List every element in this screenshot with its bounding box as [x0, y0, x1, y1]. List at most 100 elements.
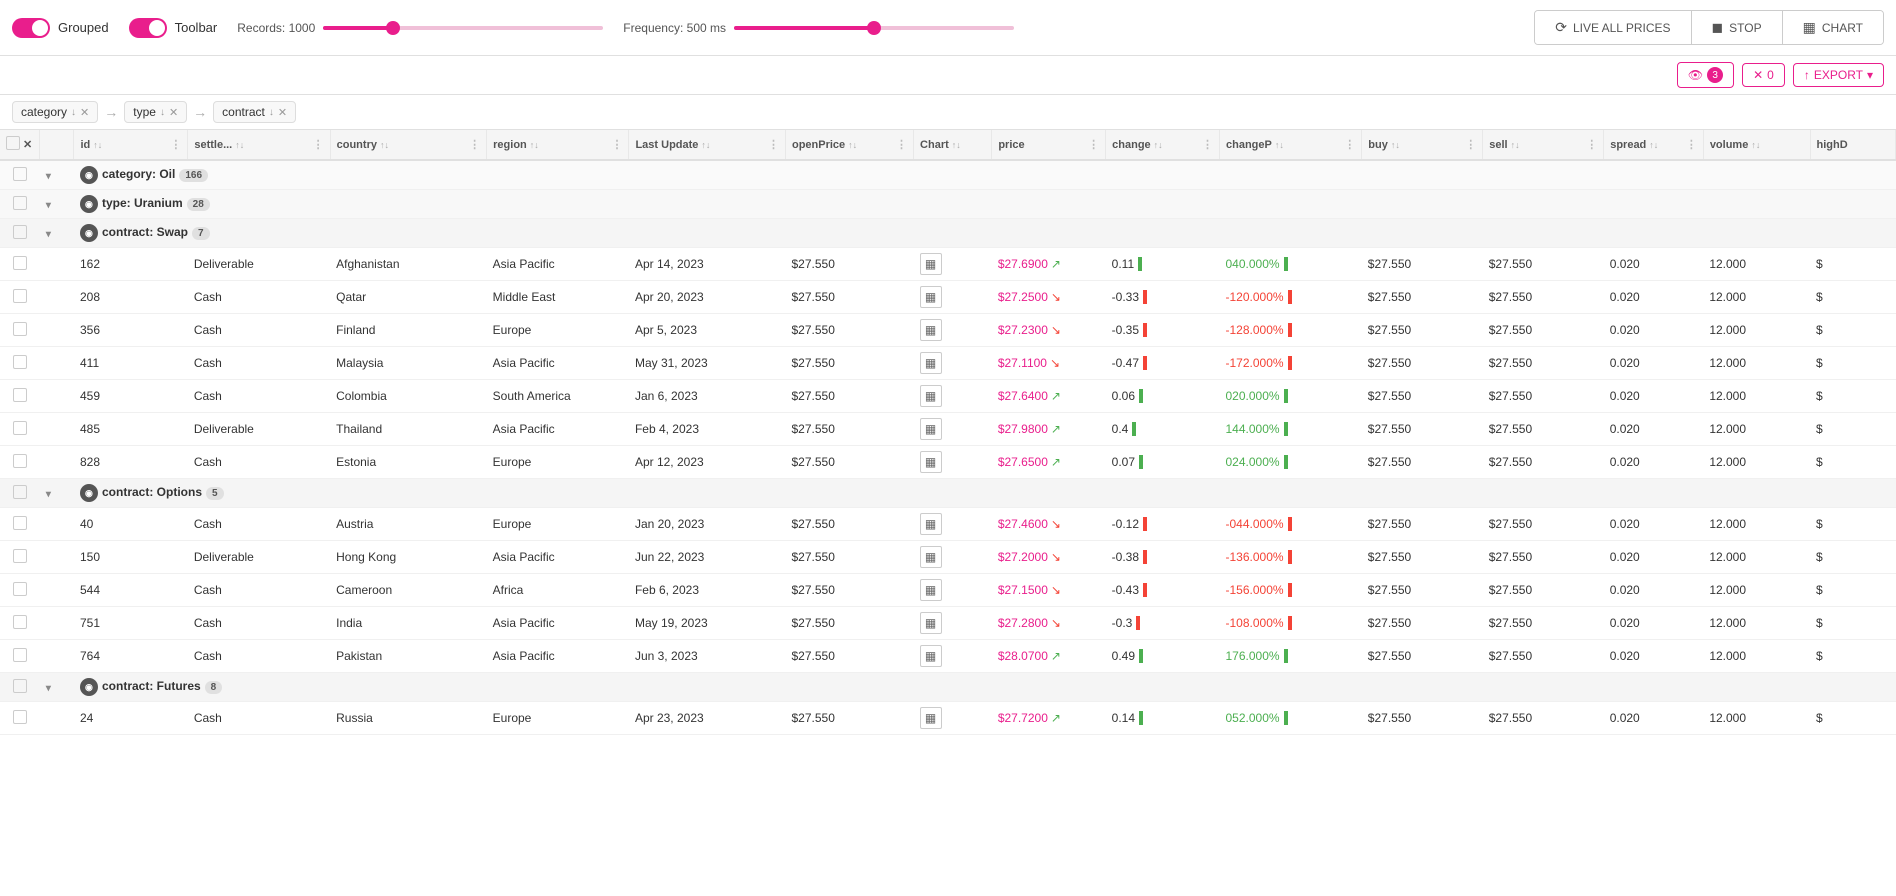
change-bar	[1143, 517, 1147, 531]
chart-mini-icon[interactable]: ▦	[920, 579, 942, 601]
header-sell-more[interactable]: ⋮	[1586, 138, 1597, 151]
row-checkbox[interactable]	[13, 516, 27, 530]
header-changep[interactable]: changeP ↑↓ ⋮	[1220, 130, 1362, 160]
header-chart[interactable]: Chart ↑↓	[914, 130, 992, 160]
header-lastupdate[interactable]: Last Update ↑↓ ⋮	[629, 130, 786, 160]
header-openprice[interactable]: openPrice ↑↓ ⋮	[785, 130, 913, 160]
header-openprice-more[interactable]: ⋮	[896, 138, 907, 151]
row-checkbox[interactable]	[13, 196, 27, 210]
row-checkbox[interactable]	[13, 388, 27, 402]
row-checkbox[interactable]	[13, 167, 27, 181]
chart-mini-icon[interactable]: ▦	[920, 546, 942, 568]
cell-settle: Deliverable	[188, 541, 330, 574]
filter-tag-type-remove[interactable]: ✕	[169, 106, 178, 119]
chart-mini-icon[interactable]: ▦	[920, 418, 942, 440]
row-checkbox[interactable]	[13, 710, 27, 724]
row-checkbox[interactable]	[13, 582, 27, 596]
header-spread-sort[interactable]: ↑↓	[1649, 140, 1658, 150]
row-checkbox[interactable]	[13, 289, 27, 303]
frequency-thumb[interactable]	[867, 21, 881, 35]
row-checkbox[interactable]	[13, 454, 27, 468]
row-checkbox[interactable]	[13, 256, 27, 270]
header-volume-sort[interactable]: ↑↓	[1751, 140, 1760, 150]
header-spread[interactable]: spread ↑↓ ⋮	[1604, 130, 1704, 160]
stop-button[interactable]: ◼ STOP	[1692, 11, 1783, 44]
header-spread-more[interactable]: ⋮	[1686, 138, 1697, 151]
row-checkbox[interactable]	[13, 421, 27, 435]
expand-arrow-icon[interactable]: ▾	[46, 229, 51, 240]
toolbar-toggle-group: Toolbar	[129, 18, 218, 38]
chart-mini-icon[interactable]: ▦	[920, 385, 942, 407]
header-price[interactable]: price ⋮	[992, 130, 1106, 160]
row-checkbox[interactable]	[13, 485, 27, 499]
expand-arrow-icon[interactable]: ▾	[46, 489, 51, 500]
chart-mini-icon[interactable]: ▦	[920, 645, 942, 667]
chart-mini-icon[interactable]: ▦	[920, 286, 942, 308]
header-buy-sort[interactable]: ↑↓	[1391, 140, 1400, 150]
header-volume[interactable]: volume ↑↓	[1703, 130, 1810, 160]
header-change[interactable]: change ↑↓ ⋮	[1106, 130, 1220, 160]
header-id-sort[interactable]: ↑↓	[93, 140, 102, 150]
expand-arrow-icon[interactable]: ▾	[46, 200, 51, 211]
header-change-more[interactable]: ⋮	[1202, 138, 1213, 151]
header-country-sort[interactable]: ↑↓	[380, 140, 389, 150]
chart-mini-icon[interactable]: ▦	[920, 612, 942, 634]
header-openprice-sort[interactable]: ↑↓	[848, 140, 857, 150]
expand-arrow-icon[interactable]: ▾	[46, 171, 51, 182]
header-change-sort[interactable]: ↑↓	[1154, 140, 1163, 150]
row-checkbox[interactable]	[13, 355, 27, 369]
header-country-more[interactable]: ⋮	[469, 138, 480, 151]
filter-tag-category-remove[interactable]: ✕	[80, 106, 89, 119]
header-highd[interactable]: highD	[1810, 130, 1895, 160]
cell-country: Afghanistan	[330, 248, 487, 281]
header-region-more[interactable]: ⋮	[611, 138, 622, 151]
header-select-all[interactable]: ✕	[0, 130, 40, 160]
header-region[interactable]: region ↑↓ ⋮	[487, 130, 629, 160]
row-checkbox[interactable]	[13, 225, 27, 239]
toolbar-toggle[interactable]	[129, 18, 167, 38]
grouped-toggle[interactable]	[12, 18, 50, 38]
header-settle-more[interactable]: ⋮	[313, 138, 324, 151]
cross-filter-button[interactable]: ✕ 0	[1742, 63, 1785, 87]
header-settle[interactable]: settle... ↑↓ ⋮	[188, 130, 330, 160]
select-all-checkbox[interactable]	[6, 136, 20, 153]
header-collapse-icon[interactable]: ✕	[23, 138, 32, 151]
filter-tag-contract-remove[interactable]: ✕	[278, 106, 287, 119]
header-chart-sort[interactable]: ↑↓	[952, 140, 961, 150]
price-down-icon: ↘	[1051, 550, 1061, 564]
header-buy-more[interactable]: ⋮	[1465, 138, 1476, 151]
row-checkbox[interactable]	[13, 322, 27, 336]
filter-count-button[interactable]: 👁 3	[1677, 62, 1734, 88]
header-sell[interactable]: sell ↑↓ ⋮	[1483, 130, 1604, 160]
header-country[interactable]: country ↑↓ ⋮	[330, 130, 487, 160]
header-sell-sort[interactable]: ↑↓	[1511, 140, 1520, 150]
chart-mini-icon[interactable]: ▦	[920, 319, 942, 341]
header-id-more[interactable]: ⋮	[170, 138, 181, 151]
header-lastupdate-sort[interactable]: ↑↓	[701, 140, 710, 150]
expand-arrow-icon[interactable]: ▾	[46, 683, 51, 694]
live-all-prices-button[interactable]: ⟳ LIVE ALL PRICES	[1535, 11, 1691, 44]
export-button[interactable]: ↑ EXPORT ▾	[1793, 63, 1884, 87]
header-buy[interactable]: buy ↑↓ ⋮	[1362, 130, 1483, 160]
cell-spread: 0.020	[1604, 314, 1704, 347]
row-checkbox[interactable]	[13, 648, 27, 662]
chart-mini-icon[interactable]: ▦	[920, 352, 942, 374]
records-thumb[interactable]	[386, 21, 400, 35]
header-region-sort[interactable]: ↑↓	[530, 140, 539, 150]
row-checkbox[interactable]	[13, 615, 27, 629]
header-settle-sort[interactable]: ↑↓	[235, 140, 244, 150]
chart-mini-icon[interactable]: ▦	[920, 707, 942, 729]
chart-mini-icon[interactable]: ▦	[920, 451, 942, 473]
header-changep-sort[interactable]: ↑↓	[1275, 140, 1284, 150]
header-id[interactable]: id ↑↓ ⋮	[74, 130, 188, 160]
header-lastupdate-more[interactable]: ⋮	[768, 138, 779, 151]
header-highd-label: highD	[1817, 139, 1848, 151]
change-bar	[1143, 290, 1147, 304]
chart-mini-icon[interactable]: ▦	[920, 253, 942, 275]
header-price-more[interactable]: ⋮	[1088, 138, 1099, 151]
row-checkbox[interactable]	[13, 549, 27, 563]
header-changep-more[interactable]: ⋮	[1344, 138, 1355, 151]
row-checkbox[interactable]	[13, 679, 27, 693]
chart-mini-icon[interactable]: ▦	[920, 513, 942, 535]
chart-button[interactable]: ▦ CHART	[1783, 11, 1883, 44]
